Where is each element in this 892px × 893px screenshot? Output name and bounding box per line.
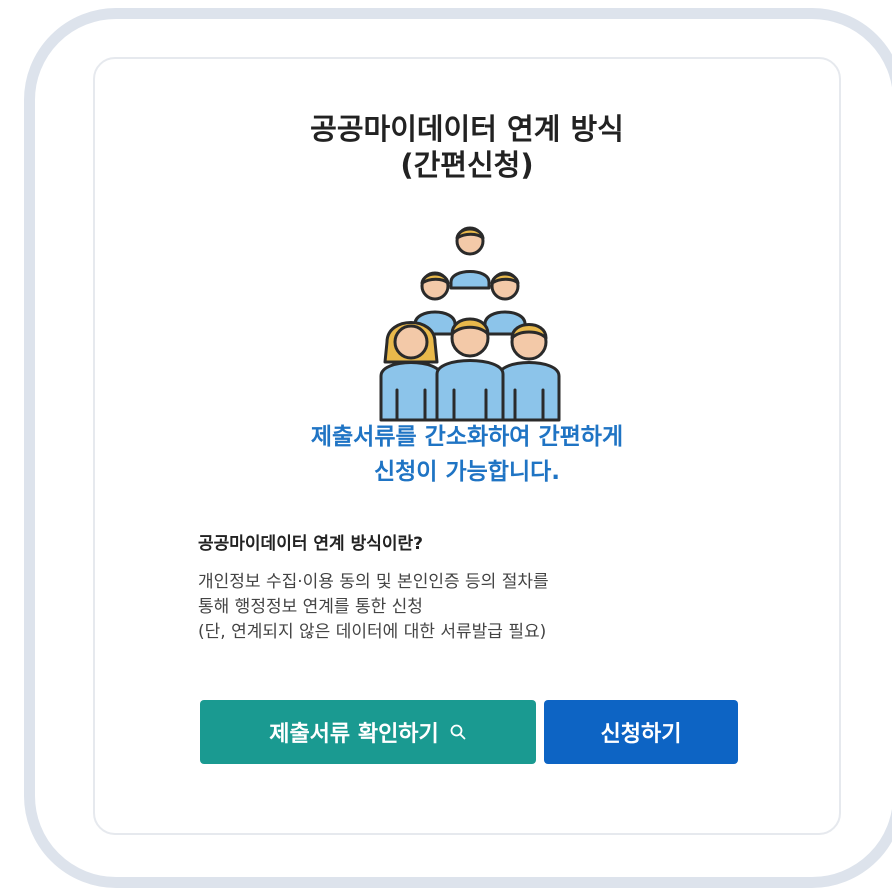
highlight-text-line2: 신청이 가능합니다. <box>373 459 561 485</box>
service-card: 공공마이데이터 연계 방식 (간편신청) 제출서류를 간소화하여 간편하게 신청… <box>93 57 841 835</box>
description-heading: 공공마이데이터 연계 방식이란? <box>198 534 424 554</box>
description-note: (단, 연계되지 않은 데이터에 대한 서류발급 필요) <box>198 622 547 642</box>
search-icon <box>450 724 466 740</box>
check-documents-label: 제출서류 확인하기 <box>269 722 439 747</box>
check-documents-button[interactable]: 제출서류 확인하기 <box>200 700 536 764</box>
description-line: 통해 행정정보 연계를 통한 신청 <box>198 597 423 617</box>
description-line: 개인정보 수집·이용 동의 및 본인인증 등의 절차를 <box>198 572 549 592</box>
apply-button[interactable]: 신청하기 <box>544 700 738 764</box>
card-title: 공공마이데이터 연계 방식 <box>310 112 624 146</box>
highlight-text: 제출서류를 간소화하여 간편하게 <box>310 424 624 450</box>
apply-label: 신청하기 <box>600 722 682 747</box>
group-of-people-icon <box>379 226 561 422</box>
card-title-subtitle: (간편신청) <box>400 148 534 182</box>
